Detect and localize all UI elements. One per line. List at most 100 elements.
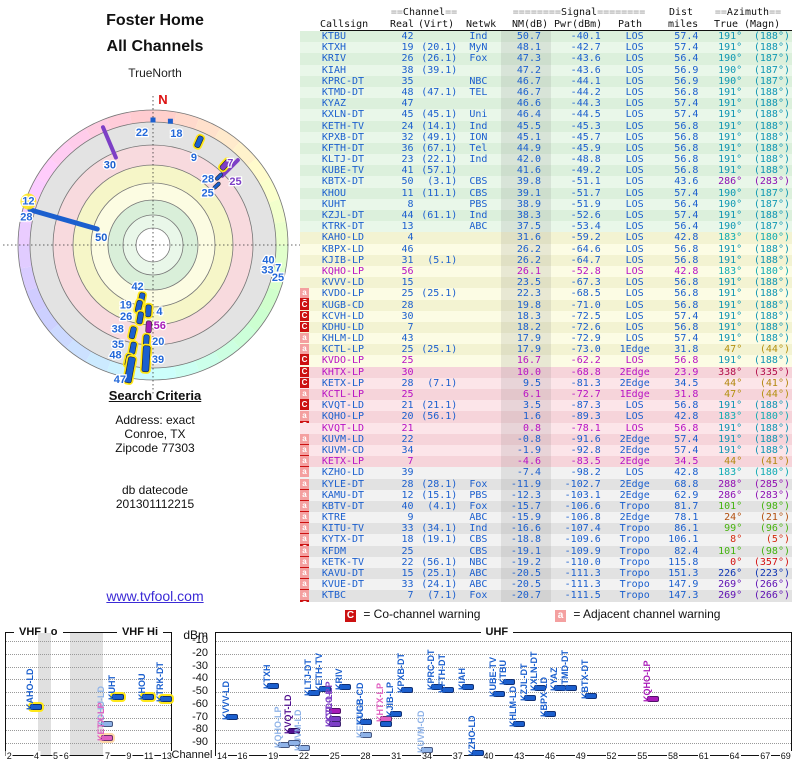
- cell-pwr: -45.9: [570, 142, 601, 154]
- table-row: aCKQHO-LP 20 (56.1) 1.6 -89.3 LOS 42.8 183° (180…: [300, 411, 792, 423]
- cell-azm: (187°): [753, 187, 790, 199]
- cell-path: LOS: [625, 333, 644, 345]
- cell-azt: 183°: [718, 265, 743, 277]
- cell-real: 25: [401, 355, 414, 367]
- cell-azt: 191°: [718, 400, 743, 412]
- vhf-hi-label: VHF Hi: [116, 626, 163, 638]
- cell-mi: 115.8: [668, 556, 699, 568]
- cell-azt: 191°: [718, 42, 743, 54]
- cell-azm: (266°): [753, 579, 790, 591]
- channel-tick-label: 31: [390, 751, 403, 761]
- cell-cs: KLTJ-DT: [321, 154, 365, 166]
- cell-virt: (39.1): [421, 64, 458, 76]
- cell-real: 34: [401, 444, 414, 456]
- adjacent-warning-icon: a: [300, 579, 309, 590]
- cell-cs: KAHO-LD: [321, 232, 365, 244]
- table-row: KUHT 8 PBS 38.9 -51.9 LOS 56.4 190° (187°): [300, 198, 792, 210]
- cell-warn: [300, 277, 320, 288]
- cell-nm: 3.5: [501, 400, 551, 412]
- cell-mi: 42.8: [674, 232, 699, 244]
- table-row: a KZHO-LD 39 -7.4 -98.2 LOS 42.8 183° (180°): [300, 467, 792, 479]
- station-bar-label: KHOU: [136, 673, 147, 701]
- channel-tick-label: 25: [328, 751, 341, 761]
- cell-net: TEL: [469, 86, 488, 98]
- channel-tick-label: 61: [697, 751, 710, 761]
- cell-net: Tel: [469, 142, 488, 154]
- cell-azm: (98°): [759, 500, 790, 512]
- cell-virt: (7.1): [427, 590, 458, 602]
- adjacent-warning-icon: a: [300, 467, 309, 478]
- adjacent-warning-icon: a: [300, 389, 309, 399]
- cell-azm: (188°): [753, 277, 790, 289]
- cell-real: 47: [401, 98, 414, 110]
- cell-nm: -7.4: [501, 467, 551, 479]
- station-bar-label: KVVV-LD: [221, 681, 232, 721]
- cell-mi: 34.5: [674, 377, 699, 389]
- cell-pwr: -110.0: [564, 556, 601, 568]
- co-channel-text: = Co-channel warning: [363, 607, 481, 621]
- cell-azm: (188°): [753, 333, 790, 345]
- channel-tick-label: 43: [513, 751, 526, 761]
- cell-net: [461, 311, 501, 322]
- co-channel-warning-icon: C: [300, 377, 309, 388]
- cell-nm: 46.6: [501, 98, 551, 110]
- table-row: KBTX-DT 50 (3.1) CBS 39.8 -51.1 LOS 43.6 286° (28…: [300, 176, 792, 188]
- station-bar-label: KTBU: [498, 660, 508, 686]
- cell-azt: 191°: [718, 243, 743, 255]
- tvfool-link[interactable]: www.tvfool.com: [106, 588, 203, 604]
- cell-real: 30: [401, 310, 414, 322]
- title-location: Foster Home: [106, 12, 204, 29]
- cell-nm: 45.5: [501, 120, 551, 132]
- cell-net: Uni: [469, 109, 488, 121]
- cell-azt: 190°: [718, 64, 743, 76]
- channel-tick-label: 40: [482, 751, 495, 761]
- cell-cs: KPRC-DT: [321, 75, 365, 87]
- polar-channel-label: 12: [22, 196, 34, 208]
- gridline: [6, 743, 171, 744]
- cell-virt: (25.1): [421, 288, 458, 300]
- cell-real: 46: [401, 243, 414, 255]
- cell-azm: (188°): [753, 154, 790, 166]
- cell-azt: 191°: [718, 210, 743, 221]
- table-row: KTRK-DT 13 ABC 37.5 -53.4 LOS 56.4 190° (187°): [300, 221, 792, 233]
- cell-mi: 42.8: [674, 411, 699, 423]
- cell-warn: [300, 199, 320, 210]
- table-row: KVQT-LD 21 0.8 -78.1 LOS 56.8 191° (188°): [300, 422, 792, 434]
- cell-azt: 190°: [718, 221, 743, 233]
- adjacent-warning-icon: a: [300, 456, 309, 467]
- cell-nm: 6.1: [501, 389, 551, 401]
- polar-channel-label: 38: [112, 324, 124, 336]
- cell-real: 4: [407, 232, 414, 244]
- datecode-value: 201301112215: [115, 497, 195, 511]
- station-bar-label: KZHO-LD: [467, 715, 478, 757]
- cell-net: ABC: [469, 568, 488, 579]
- address-line: Address: exact: [115, 413, 195, 427]
- cell-warn: aC: [300, 590, 320, 602]
- cell-cs: KETK-TV: [321, 556, 365, 568]
- table-row: C KVDO-LP 25 16.7 -62.2 LOS 56.8 191° (188°): [300, 355, 792, 367]
- channel-tick-label: 28: [359, 751, 372, 761]
- cell-real: 56: [401, 265, 414, 277]
- cell-path: LOS: [625, 98, 644, 110]
- cell-real: 11: [401, 187, 414, 199]
- table-row: aCKVDO-LP 25 (25.1) 22.3 -68.5 LOS 56.8 191° (18…: [300, 288, 792, 300]
- cell-warn: aC: [300, 344, 320, 356]
- station-bar-label: KBTX-DT: [580, 659, 590, 700]
- cell-nm: -20.5: [501, 568, 551, 580]
- station-marker: [145, 304, 152, 318]
- cell-path: LOS: [625, 310, 644, 322]
- co-channel-icon: C: [345, 610, 356, 622]
- cell-azm: (187°): [753, 53, 790, 65]
- table-row: aCKTRE 9 ABC -15.9 -106.8 2Edge 78.1 24° (21°): [300, 512, 792, 524]
- cell-warn: [300, 221, 320, 232]
- spectrum-chart: VHF Lo VHF Hi 2 4 5 6 7 9 11 13 KAHO-LD KDHU-LD KE…: [0, 626, 800, 768]
- cell-real: 13: [401, 221, 414, 233]
- cell-warn: a: [300, 467, 320, 478]
- cell-real: 28: [401, 299, 414, 311]
- cell-mi: 57.4: [674, 310, 699, 322]
- station-bar-label: KIAH: [457, 667, 467, 690]
- cell-azt: 191°: [718, 422, 743, 434]
- channel-tick-label: 4: [33, 751, 41, 761]
- cell-cs: KUGB-CD: [321, 299, 365, 311]
- cell-azm: (283°): [753, 489, 790, 501]
